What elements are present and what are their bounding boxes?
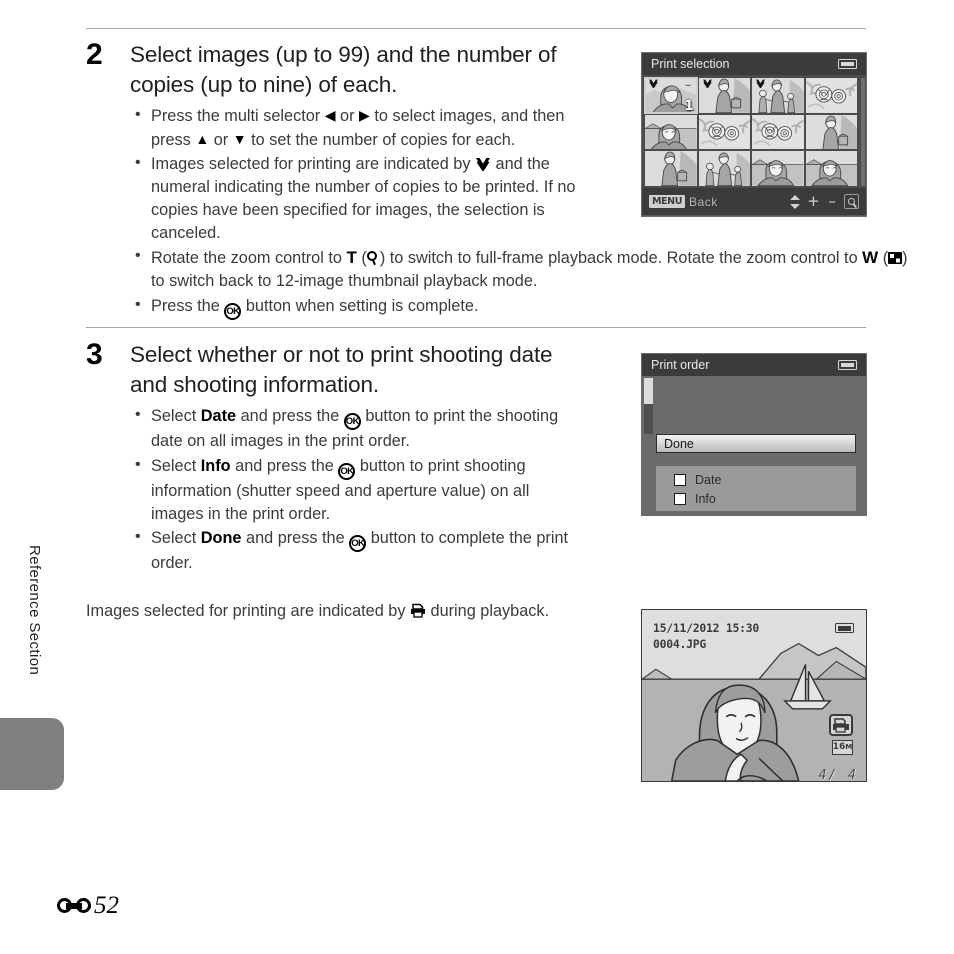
thumbnail-8[interactable] (805, 114, 857, 150)
step-2-bullets: Press the multi selector ◀ or ▶ to selec… (130, 104, 908, 320)
up-arrow-icon: ▲ (195, 130, 210, 147)
emphasis-term: Done (200, 528, 242, 547)
down-arrow-icon: ▼ (232, 130, 247, 147)
page-number-value: 52 (94, 892, 119, 919)
bullet-select-date: Select Date and press the OK button to p… (130, 404, 591, 453)
bullet-zoom-control: Rotate the zoom control to T () to switc… (130, 245, 914, 293)
bullet-ok-complete: Press the OK button when setting is comp… (130, 294, 591, 320)
playback-date: 15/11/2012 15:30 (653, 621, 759, 635)
magnifier-icon (366, 251, 380, 265)
print-order-body: Done Date Info (642, 376, 866, 516)
menu-button-chip: MENU (649, 195, 686, 208)
right-arrow-icon: ▶ (359, 107, 370, 124)
thumbnail-11[interactable] (752, 151, 804, 186)
info-checkbox[interactable] (674, 492, 686, 505)
done-label: Done (664, 436, 694, 451)
divider-top (86, 28, 866, 29)
manual-page: 2 Select images (up to 99) and the numbe… (0, 0, 954, 954)
check-mark-icon (702, 79, 713, 88)
print-order-titlebar: Print order (642, 354, 866, 376)
step-2-number: 2 (86, 38, 103, 71)
thumbnail-10[interactable] (698, 151, 750, 186)
thumbnail-grid-area: 1 (642, 75, 866, 188)
copy-count: 1 (684, 98, 694, 113)
section-thumb-tab (0, 718, 64, 790)
playback-screen: 15/11/2012 15:30 0004.JPG 16 M 4/ 4 (641, 609, 867, 782)
magnifier-icon (844, 194, 859, 209)
image-size-unit: M (845, 743, 853, 751)
emphasis-term: T (346, 248, 357, 268)
check-mark-icon (475, 157, 491, 171)
ok-button-icon: OK (349, 534, 367, 552)
emphasis-term: Date (200, 407, 237, 426)
info-label: Info (695, 491, 716, 506)
print-order-scroll-thumb[interactable] (644, 378, 653, 404)
bullet-selection-indicator: Images selected for printing are indicat… (130, 152, 591, 246)
grid-scrollbar[interactable] (861, 78, 865, 186)
option-info[interactable]: Info (674, 489, 856, 508)
reference-section-label: Reference Section (26, 545, 43, 676)
check-mark-icon (755, 79, 766, 88)
step-3-title: Select whether or not to print shooting … (130, 342, 553, 397)
reference-section-icon (57, 897, 91, 914)
thumbnail-3[interactable] (752, 78, 804, 113)
image-size-value: 16 (832, 742, 846, 752)
back-control[interactable]: MENU Back (649, 195, 718, 209)
divider-middle (86, 327, 866, 328)
ok-button-icon: OK (343, 413, 361, 431)
thumbnail-6[interactable] (698, 114, 750, 150)
thumbnail-2[interactable] (698, 78, 750, 113)
back-label: Back (689, 194, 718, 209)
step-2-title: Select images (up to 99) and the number … (130, 42, 557, 97)
step-3-bullets: Select Date and press the OK button to p… (130, 404, 591, 575)
thumbnail-7[interactable] (752, 114, 804, 150)
thumbnail-grid-icon (888, 252, 903, 265)
print-order-title: Print order (651, 358, 710, 372)
step-3-number: 3 (86, 338, 103, 371)
playback-indication-paragraph: Images selected for printing are indicat… (86, 602, 550, 620)
print-selection-screen: Print selection 1 MENU Back + – (641, 52, 867, 217)
thumbnail-5[interactable] (645, 114, 697, 150)
playback-photo (642, 610, 866, 781)
ok-button-icon: OK (338, 462, 356, 480)
print-order-icon (829, 714, 853, 736)
check-mark-icon (648, 79, 659, 88)
date-checkbox[interactable] (674, 473, 686, 486)
left-arrow-icon: ◀ (324, 107, 336, 124)
up-down-arrows-icon (789, 194, 801, 209)
print-selection-titlebar: Print selection (642, 53, 866, 75)
thumbnail-grid[interactable]: 1 (644, 77, 857, 186)
battery-icon (838, 59, 857, 69)
battery-icon (838, 360, 857, 370)
print-order-screen: Print order Done Date Info (641, 353, 867, 516)
image-size-badge: 16 M (832, 740, 853, 755)
thumbnail-1[interactable]: 1 (644, 77, 698, 114)
done-menu-item[interactable]: Done (656, 434, 856, 453)
ok-button-icon: OK (224, 302, 242, 320)
battery-icon (835, 623, 854, 633)
print-selection-title: Print selection (651, 57, 730, 71)
footer-controls: + – (789, 194, 859, 209)
thumbnail-9[interactable] (645, 151, 697, 186)
plus-minus-labels: + – (807, 192, 838, 210)
thumbnail-12[interactable] (805, 151, 857, 186)
bullet-select-info: Select Info and press the OK button to p… (130, 454, 581, 526)
emphasis-term: W (862, 248, 879, 268)
date-label: Date (695, 472, 722, 487)
page-number: 52 (57, 893, 119, 918)
step-3: 3 Select whether or not to print shootin… (86, 340, 591, 576)
print-selection-footer: MENU Back + – (642, 188, 866, 215)
emphasis-term: Info (200, 456, 231, 475)
option-date[interactable]: Date (674, 470, 856, 489)
frame-counter: 4/ 4 (818, 768, 858, 782)
thumbnail-4[interactable] (805, 78, 857, 113)
bullet-select-done: Select Done and press the OK button to c… (130, 526, 591, 575)
print-order-options: Date Info (656, 466, 856, 511)
bullet-multi-selector: Press the multi selector ◀ or ▶ to selec… (130, 104, 591, 151)
step-2: 2 Select images (up to 99) and the numbe… (86, 38, 908, 321)
print-order-icon (410, 603, 426, 618)
playback-filename: 0004.JPG (653, 637, 706, 651)
